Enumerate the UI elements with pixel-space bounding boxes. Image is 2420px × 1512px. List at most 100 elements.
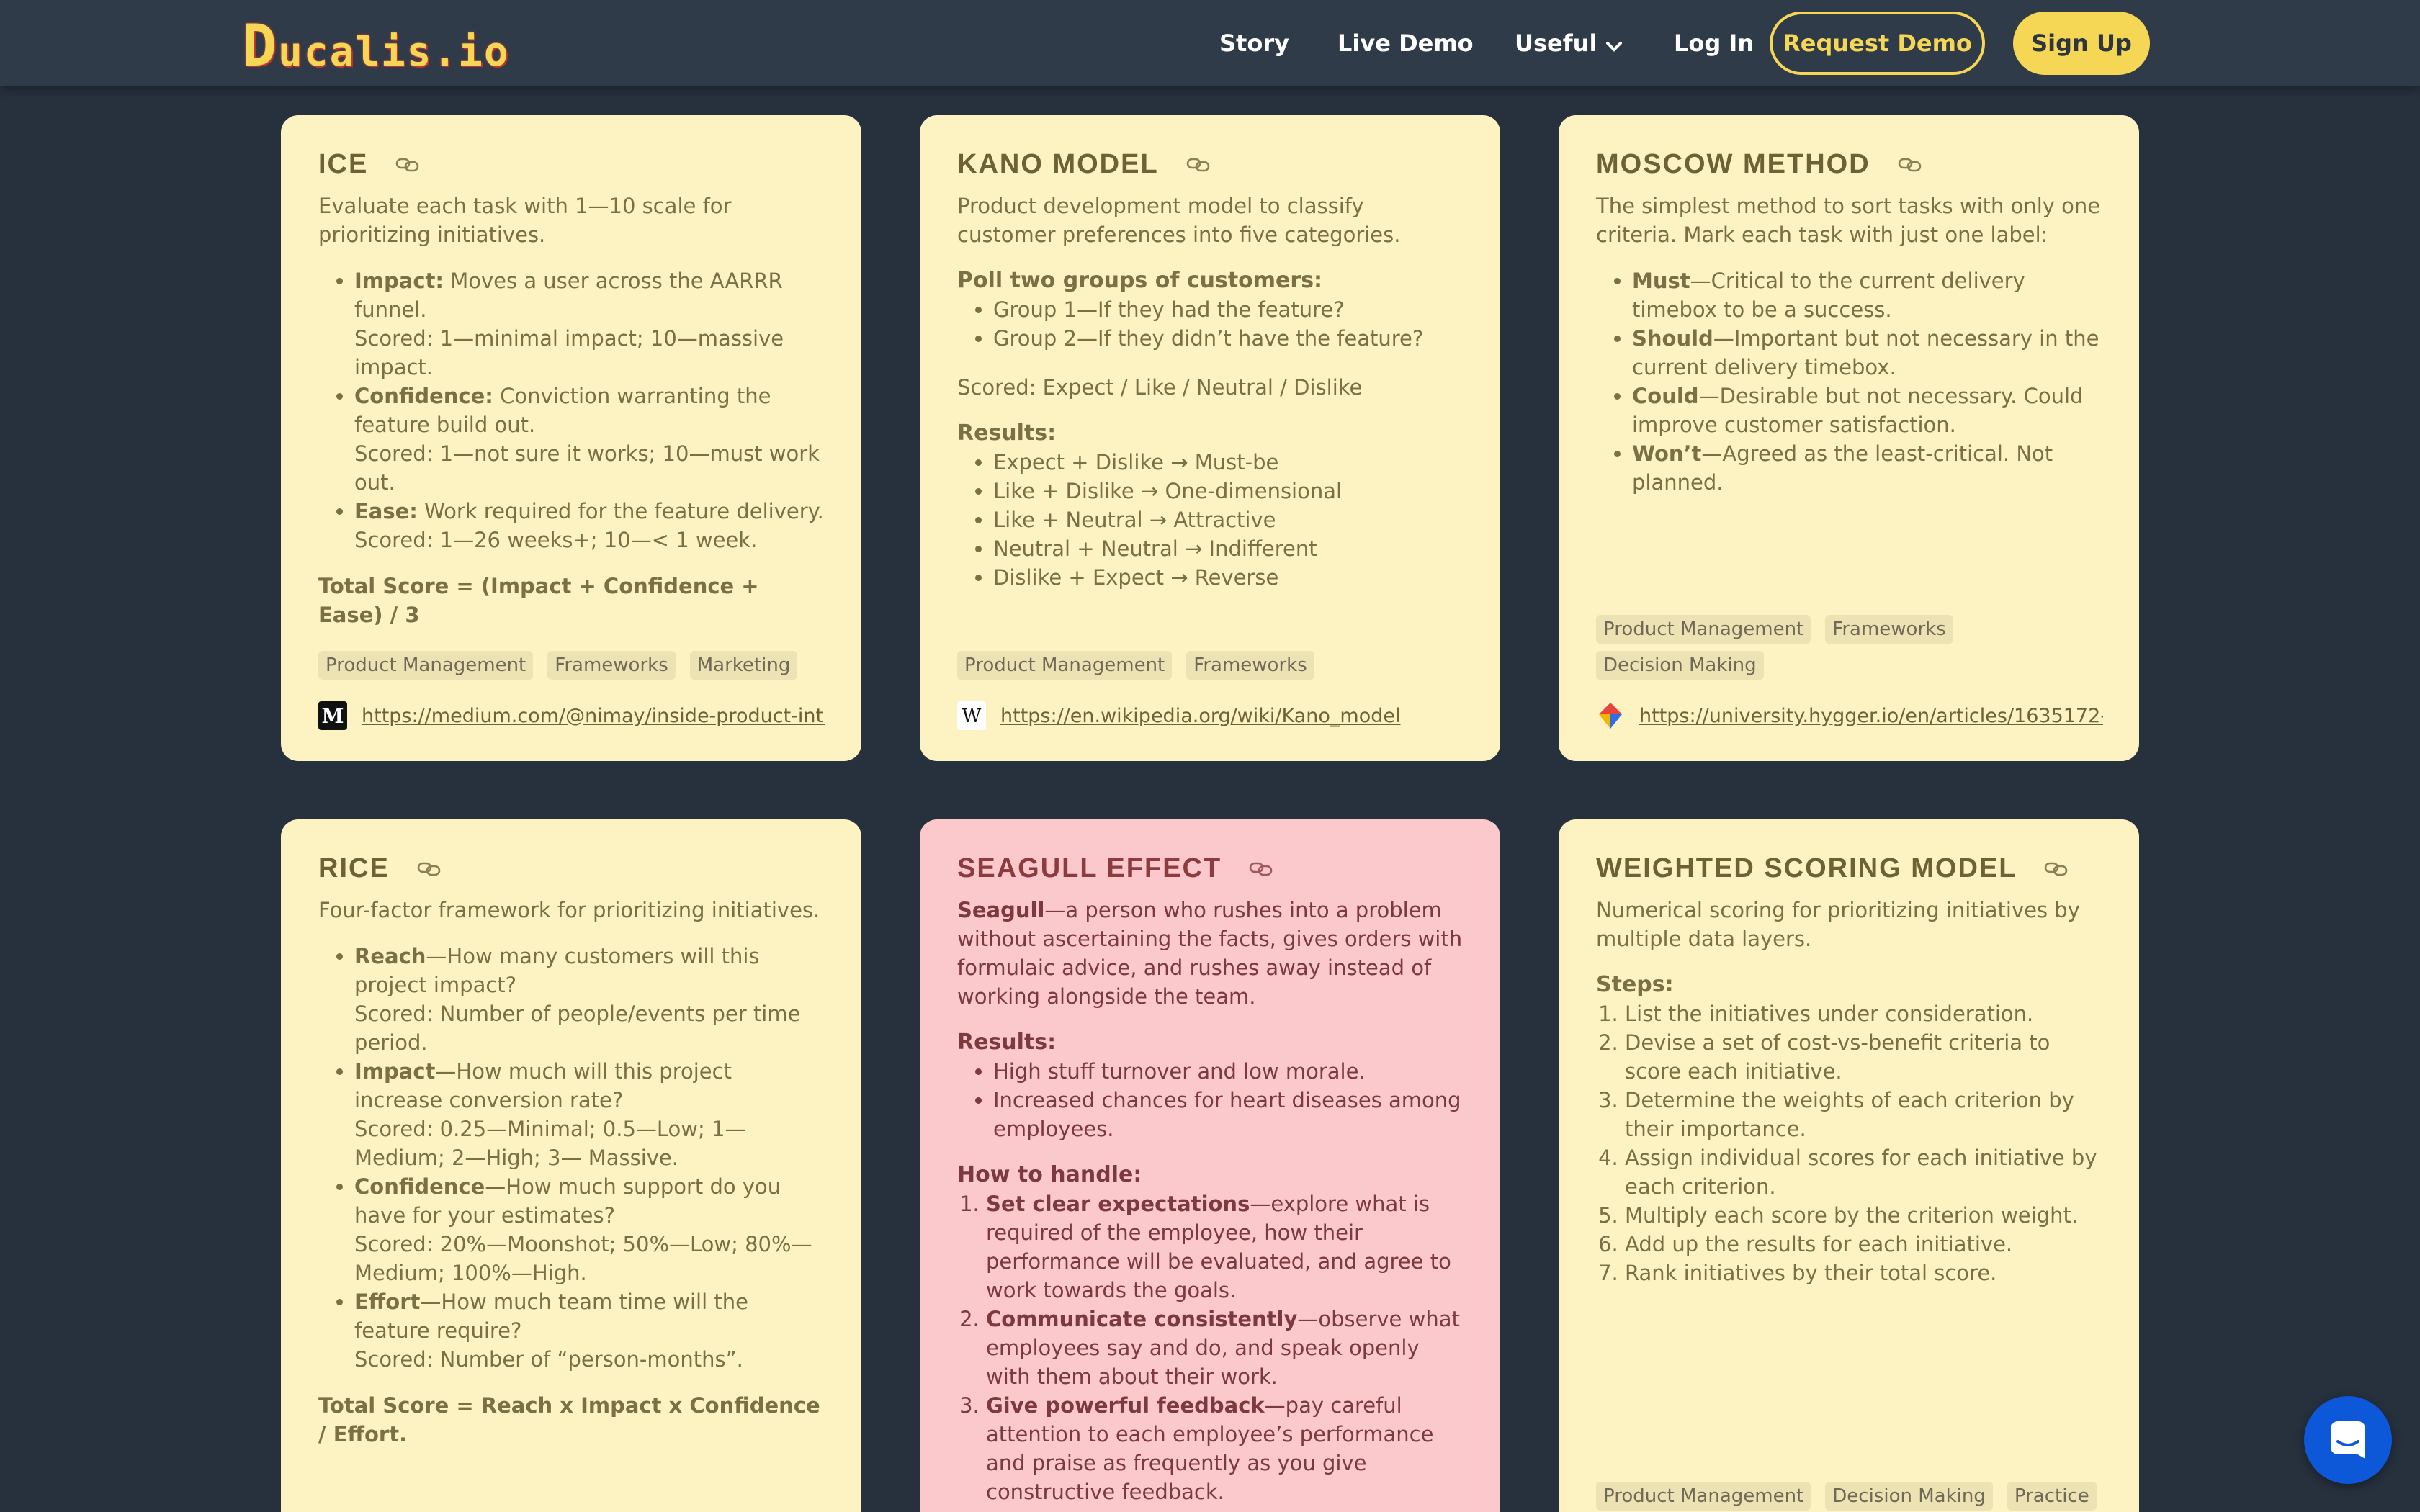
source-url[interactable]: https://university.hygger.io/en/articles… [1639,705,2103,727]
nav-live-demo-link[interactable]: Live Demo [1337,27,1474,59]
item-text: Work required for the feature delivery. [417,499,824,523]
tag[interactable]: Practice [2007,1482,2097,1511]
list-item: Won’t—Agreed as the least-critical. Not … [1632,439,2102,497]
list-item: Confidence—How much support do you have … [354,1172,824,1287]
source-url[interactable]: https://en.wikipedia.org/wiki/Kano_model [1000,705,1464,727]
tag[interactable]: Product Management [1596,615,1811,644]
section-heading: Steps: [1596,972,1674,997]
link-icon[interactable] [1186,156,1211,172]
list-item: Like + Dislike → One-dimensional [993,477,1463,505]
tag-list: Product Management Frameworks Decision M… [1596,615,2100,680]
item-label: Must [1632,269,1690,293]
card-rice: RICE Four-factor framework for prioritiz… [281,819,861,1512]
tag[interactable]: Decision Making [1596,651,1764,680]
item-label: Ease: [354,499,418,523]
item-label: Give powerful feedback [986,1393,1265,1418]
results-list: Expect + Dislike → Must-be Like + Dislik… [993,448,1463,592]
card-title-text: MOSCOW METHOD [1596,149,1870,179]
section-heading: Poll two groups of customers: [957,268,1323,293]
list-item: Must—Critical to the current delivery ti… [1632,266,2102,324]
logo-text: ucalis.io [278,29,510,76]
card-description: Numerical scoring for prioritizing initi… [1596,898,2080,951]
section-heading: Results: [957,420,1057,446]
list-item: Add up the results for each initiative. [1625,1230,2102,1259]
chat-button[interactable] [2304,1396,2392,1484]
list-item: Assign individual scores for each initia… [1625,1143,2102,1201]
card-title-text: ICE [318,149,369,179]
tag[interactable]: Decision Making [1825,1482,1993,1511]
nav-log-in-link[interactable]: Log In [1674,27,1754,59]
item-label: Impact [354,1059,436,1084]
source-link[interactable]: https://university.hygger.io/en/articles… [1596,700,2103,732]
svg-text:M: M [322,704,344,728]
card-title-text: RICE [318,853,390,883]
item-score: Scored: Number of people/events per time… [354,1002,801,1055]
list-item: Impact: Moves a user across the AARRR fu… [354,266,824,382]
card-title: WEIGHTED SCORING MODEL [1596,851,2102,886]
card-ice: ICE Evaluate each task with 1—10 scale f… [281,115,861,761]
tag[interactable]: Frameworks [547,651,676,680]
card-description: Four-factor framework for prioritizing i… [318,898,820,922]
card-kano-model: KANO MODEL Product development model to … [920,115,1500,761]
link-icon[interactable] [1249,860,1273,876]
tag[interactable]: Product Management [1596,1482,1811,1511]
card-title: SEAGULL EFFECT [957,851,1463,886]
term-label: Seagull [957,898,1045,922]
list-item: Like + Neutral → Attractive [993,505,1463,534]
tag[interactable]: Frameworks [1825,615,1953,644]
list-item: High stuff turnover and low morale. [993,1057,1463,1086]
sign-up-button[interactable]: Sign Up [2013,12,2150,75]
list-item: Rank initiatives by their total score. [1625,1259,2102,1287]
item-label: Should [1632,326,1713,351]
card-title: ICE [318,147,824,181]
tag[interactable]: Marketing [689,651,798,680]
item-text: —Desirable but not necessary. Could impr… [1632,384,2084,437]
section-heading: Results: [957,1030,1057,1055]
card-description: Product development model to classify cu… [957,194,1401,247]
list-item: Ease: Work required for the feature deli… [354,497,824,554]
item-score: Scored: 1—not sure it works; 10—must wor… [354,441,820,495]
card-moscow-method: MOSCOW METHOD The simplest method to sor… [1559,115,2139,761]
tag[interactable]: Frameworks [1186,651,1314,680]
tag-list: Product Management Decision Making Pract… [1596,1482,2100,1511]
tag[interactable]: Product Management [318,651,534,680]
link-icon[interactable] [1898,156,1922,172]
tag-list: Product Management Frameworks [957,651,1461,680]
source-link[interactable]: W https://en.wikipedia.org/wiki/Kano_mod… [957,700,1464,732]
label-list: Must—Critical to the current delivery ti… [1632,266,2102,497]
card-description: Seagull—a person who rushes into a probl… [957,896,1463,1011]
ducalis-logo[interactable]: Ducalis.io [242,12,510,75]
chat-icon [2326,1417,2370,1463]
nav-useful-dropdown[interactable]: Useful [1515,27,1623,60]
item-label: Communicate consistently [986,1307,1298,1331]
source-link[interactable]: M https://medium.com/@nimay/inside-produ… [318,700,825,732]
card-description: The simplest method to sort tasks with o… [1596,194,2101,247]
total-score: Total Score = Reach x Impact x Confidenc… [318,1393,820,1446]
link-icon[interactable] [417,860,442,876]
list-item: Communicate consistently—observe what em… [986,1305,1463,1391]
list-item: Multiply each score by the criterion wei… [1625,1201,2102,1230]
wikipedia-icon: W [957,701,986,730]
request-demo-button[interactable]: Request Demo [1770,12,1985,75]
list-item: Devise a set of cost-vs-benefit criteria… [1625,1028,2102,1086]
list-item: Effort—How much team time will the featu… [354,1287,824,1374]
list-item: Determine the weights of each criterion … [1625,1086,2102,1143]
factor-list: Reach—How many customers will this proje… [354,942,824,1374]
item-label: Could [1632,384,1699,408]
card-description: Evaluate each task with 1—10 scale for p… [318,194,732,247]
nav-story-link[interactable]: Story [1219,27,1289,59]
item-label: Won’t [1632,441,1702,466]
link-icon[interactable] [395,156,420,172]
card-title: KANO MODEL [957,147,1463,181]
tag[interactable]: Product Management [957,651,1173,680]
list-item: Group 2—If they didn’t have the feature? [993,324,1463,353]
card-body: Evaluate each task with 1—10 scale for p… [318,192,824,629]
list-item: Set clear expectations—explore what is r… [986,1189,1463,1305]
list-item: Confidence: Conviction warranting the fe… [354,382,824,497]
card-body: Four-factor framework for prioritizing i… [318,896,824,1449]
top-navigation: Ducalis.io Story Live Demo Useful Log In… [0,0,2420,86]
link-icon[interactable] [2044,860,2069,876]
results-list: High stuff turnover and low morale. Incr… [993,1057,1463,1143]
card-title-text: SEAGULL EFFECT [957,853,1222,883]
source-url[interactable]: https://medium.com/@nimay/inside-product… [362,705,825,727]
